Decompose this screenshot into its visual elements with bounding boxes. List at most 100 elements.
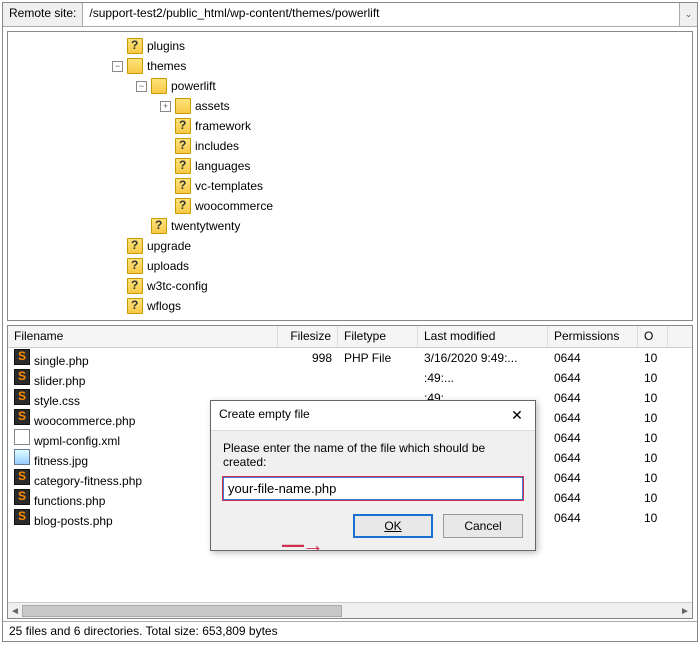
- folder-icon: [175, 198, 191, 214]
- cell-permissions: 0644: [548, 508, 638, 528]
- cell-owner: 10: [638, 448, 668, 468]
- tree-item-label: uploads: [147, 259, 189, 273]
- collapse-icon[interactable]: −: [112, 61, 123, 72]
- dialog-title: Create empty file: [219, 407, 507, 424]
- status-bar: 25 files and 6 directories. Total size: …: [3, 621, 697, 641]
- folder-icon: [175, 158, 191, 174]
- tree-item[interactable]: w3tc-config: [12, 276, 688, 296]
- tree-item-label: upgrade: [147, 239, 191, 253]
- sublime-file-icon: [14, 409, 30, 425]
- filename-input[interactable]: [223, 477, 523, 500]
- image-file-icon: [14, 449, 30, 465]
- cell-permissions: 0644: [548, 348, 638, 368]
- tree-item[interactable]: wflogs: [12, 296, 688, 316]
- tree-item-label: assets: [195, 99, 230, 113]
- tree-item[interactable]: + assets: [12, 96, 688, 116]
- folder-icon: [127, 238, 143, 254]
- tree-item[interactable]: languages: [12, 156, 688, 176]
- tree-item[interactable]: uploads: [12, 256, 688, 276]
- col-header-filesize[interactable]: Filesize: [278, 326, 338, 347]
- create-file-dialog: Create empty file ✕ Please enter the nam…: [210, 400, 536, 551]
- col-header-filetype[interactable]: Filetype: [338, 326, 418, 347]
- scroll-right-arrow[interactable]: ►: [678, 603, 692, 619]
- sublime-file-icon: [14, 489, 30, 505]
- tree-item[interactable]: framework: [12, 116, 688, 136]
- tree-item[interactable]: upgrade: [12, 236, 688, 256]
- folder-icon: [175, 178, 191, 194]
- scrollbar-thumb[interactable]: [22, 605, 342, 617]
- expand-icon[interactable]: +: [160, 101, 171, 112]
- cell-permissions: 0644: [548, 388, 638, 408]
- cell-owner: 10: [638, 508, 668, 528]
- tree-item-label: plugins: [147, 39, 185, 53]
- sublime-file-icon: [14, 369, 30, 385]
- horizontal-scrollbar[interactable]: ◄ ►: [8, 602, 692, 618]
- cell-owner: 10: [638, 488, 668, 508]
- tree-item-label: woocommerce: [195, 199, 273, 213]
- collapse-icon[interactable]: −: [136, 81, 147, 92]
- cell-owner: 10: [638, 348, 668, 368]
- folder-icon: [127, 38, 143, 54]
- col-header-filename[interactable]: Filename: [8, 326, 278, 347]
- col-header-permissions[interactable]: Permissions: [548, 326, 638, 347]
- col-header-modified[interactable]: Last modified: [418, 326, 548, 347]
- tree-item[interactable]: includes: [12, 136, 688, 156]
- folder-icon: [127, 258, 143, 274]
- remote-path-input[interactable]: /support-test2/public_html/wp-content/th…: [83, 3, 679, 26]
- close-button[interactable]: ✕: [507, 407, 527, 424]
- tree-item-label: twentytwenty: [171, 219, 240, 233]
- cell-filetype: PHP File: [338, 348, 418, 368]
- tree-item[interactable]: twentytwenty: [12, 216, 688, 236]
- cell-owner: 10: [638, 368, 668, 388]
- folder-icon: [127, 278, 143, 294]
- cancel-button[interactable]: Cancel: [443, 514, 523, 538]
- ok-button[interactable]: OK: [353, 514, 433, 538]
- cell-permissions: 0644: [548, 448, 638, 468]
- sublime-file-icon: [14, 389, 30, 405]
- cell-modified: 3/16/2020 9:49:...: [418, 348, 548, 368]
- cell-owner: 10: [638, 388, 668, 408]
- folder-icon: [151, 218, 167, 234]
- tree-item[interactable]: vc-templates: [12, 176, 688, 196]
- cell-filetype: [338, 375, 418, 381]
- annotation-arrow: —→: [282, 532, 322, 558]
- tree-item-label: vc-templates: [195, 179, 263, 193]
- file-name-label: blog-posts.php: [34, 514, 113, 528]
- tree-item[interactable]: plugins: [12, 36, 688, 56]
- sublime-file-icon: [14, 349, 30, 365]
- cell-owner: 10: [638, 428, 668, 448]
- col-header-owner[interactable]: O: [638, 326, 668, 347]
- remote-path-dropdown[interactable]: ⌄: [679, 3, 697, 26]
- cell-permissions: 0644: [548, 368, 638, 388]
- cell-filesize: [278, 375, 338, 381]
- tree-item-label: powerlift: [171, 79, 216, 93]
- folder-icon: [151, 78, 167, 94]
- scroll-left-arrow[interactable]: ◄: [8, 603, 22, 619]
- cell-permissions: 0644: [548, 428, 638, 448]
- document-file-icon: [14, 429, 30, 445]
- sublime-file-icon: [14, 469, 30, 485]
- tree-item[interactable]: − powerlift: [12, 76, 688, 96]
- cell-permissions: 0644: [548, 408, 638, 428]
- remote-tree-pane[interactable]: plugins−themes−powerlift+assetsframework…: [7, 31, 693, 321]
- file-list-header: Filename Filesize Filetype Last modified…: [8, 326, 692, 348]
- folder-icon: [175, 138, 191, 154]
- folder-icon: [175, 118, 191, 134]
- folder-icon: [175, 98, 191, 114]
- chevron-down-icon: ⌄: [685, 9, 693, 20]
- cell-owner: 10: [638, 468, 668, 488]
- remote-path-row: Remote site: /support-test2/public_html/…: [3, 3, 697, 27]
- tree-item[interactable]: woocommerce: [12, 196, 688, 216]
- tree-item-label: framework: [195, 119, 251, 133]
- folder-icon: [127, 298, 143, 314]
- cell-filesize: 998: [278, 348, 338, 368]
- remote-site-label: Remote site:: [3, 3, 83, 26]
- tree-item-label: w3tc-config: [147, 279, 208, 293]
- cell-modified: :49:...: [418, 368, 548, 388]
- sublime-file-icon: [14, 509, 30, 525]
- cell-permissions: 0644: [548, 468, 638, 488]
- folder-icon: [127, 58, 143, 74]
- tree-item-label: includes: [195, 139, 239, 153]
- tree-item[interactable]: −themes: [12, 56, 688, 76]
- tree-item-label: languages: [195, 159, 250, 173]
